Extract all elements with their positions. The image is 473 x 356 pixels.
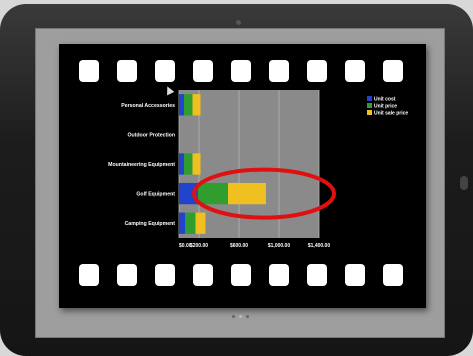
bar-segment: [179, 94, 184, 116]
film-slide[interactable]: Personal Accessories Outdoor Protection Mo…: [59, 44, 426, 308]
perforation-hole: [269, 264, 289, 286]
bar-segment: [185, 212, 196, 234]
x-tick-label: $1,400.00: [308, 243, 330, 249]
perforation-hole: [155, 60, 175, 82]
page-dot[interactable]: [246, 315, 249, 318]
perforation-hole: [345, 60, 365, 82]
x-tick-label: $1,000.00: [268, 243, 290, 249]
perforation-hole: [193, 264, 213, 286]
bar-segment: [198, 182, 228, 205]
legend-label: Unit cost: [374, 97, 396, 103]
film-perforation-bottom: [59, 264, 426, 292]
perforation-hole: [231, 264, 251, 286]
stacked-bar-chart: Personal Accessories Outdoor Protection Mo…: [108, 90, 408, 249]
x-tick-label: $600.00: [230, 243, 248, 249]
bar-segment: [192, 153, 201, 175]
x-tick-label: $200.00: [190, 243, 208, 249]
perforation-hole: [269, 60, 289, 82]
bar-segment: [184, 94, 193, 116]
perforation-hole: [117, 264, 137, 286]
perforation-hole: [383, 264, 403, 286]
bar-segment: [184, 153, 193, 175]
camera-icon: [236, 20, 241, 25]
perforation-hole: [383, 60, 403, 82]
legend-swatch: [367, 110, 372, 115]
perforation-hole: [79, 60, 99, 82]
perforation-hole: [307, 60, 327, 82]
bar-segment: [195, 212, 206, 234]
bar-segment: [228, 182, 266, 205]
bar-segment: [192, 94, 201, 116]
perforation-hole: [307, 264, 327, 286]
legend-swatch: [367, 103, 372, 108]
category-label: Outdoor Protection: [127, 132, 175, 138]
film-perforation-top: [59, 60, 426, 88]
legend-label: Unit price: [374, 104, 397, 110]
category-label: Golf Equipment: [136, 192, 175, 198]
home-button[interactable]: [460, 176, 468, 190]
page-indicator[interactable]: [232, 305, 262, 318]
legend-swatch: [367, 96, 372, 101]
category-label: Camping Equipment: [125, 221, 176, 227]
legend-label: Unit sale price: [374, 111, 408, 117]
bar-segment: [179, 153, 184, 175]
perforation-hole: [79, 264, 99, 286]
perforation-hole: [345, 264, 365, 286]
perforation-hole: [193, 60, 213, 82]
category-label: Mountaineering Equipment: [108, 162, 175, 168]
page-dot[interactable]: [232, 315, 235, 318]
bar-segment: [179, 212, 185, 234]
page-dot-active[interactable]: [239, 315, 242, 318]
category-label: Personal Accessories: [121, 103, 175, 109]
perforation-hole: [117, 60, 137, 82]
perforation-hole: [155, 264, 175, 286]
perforation-hole: [231, 60, 251, 82]
